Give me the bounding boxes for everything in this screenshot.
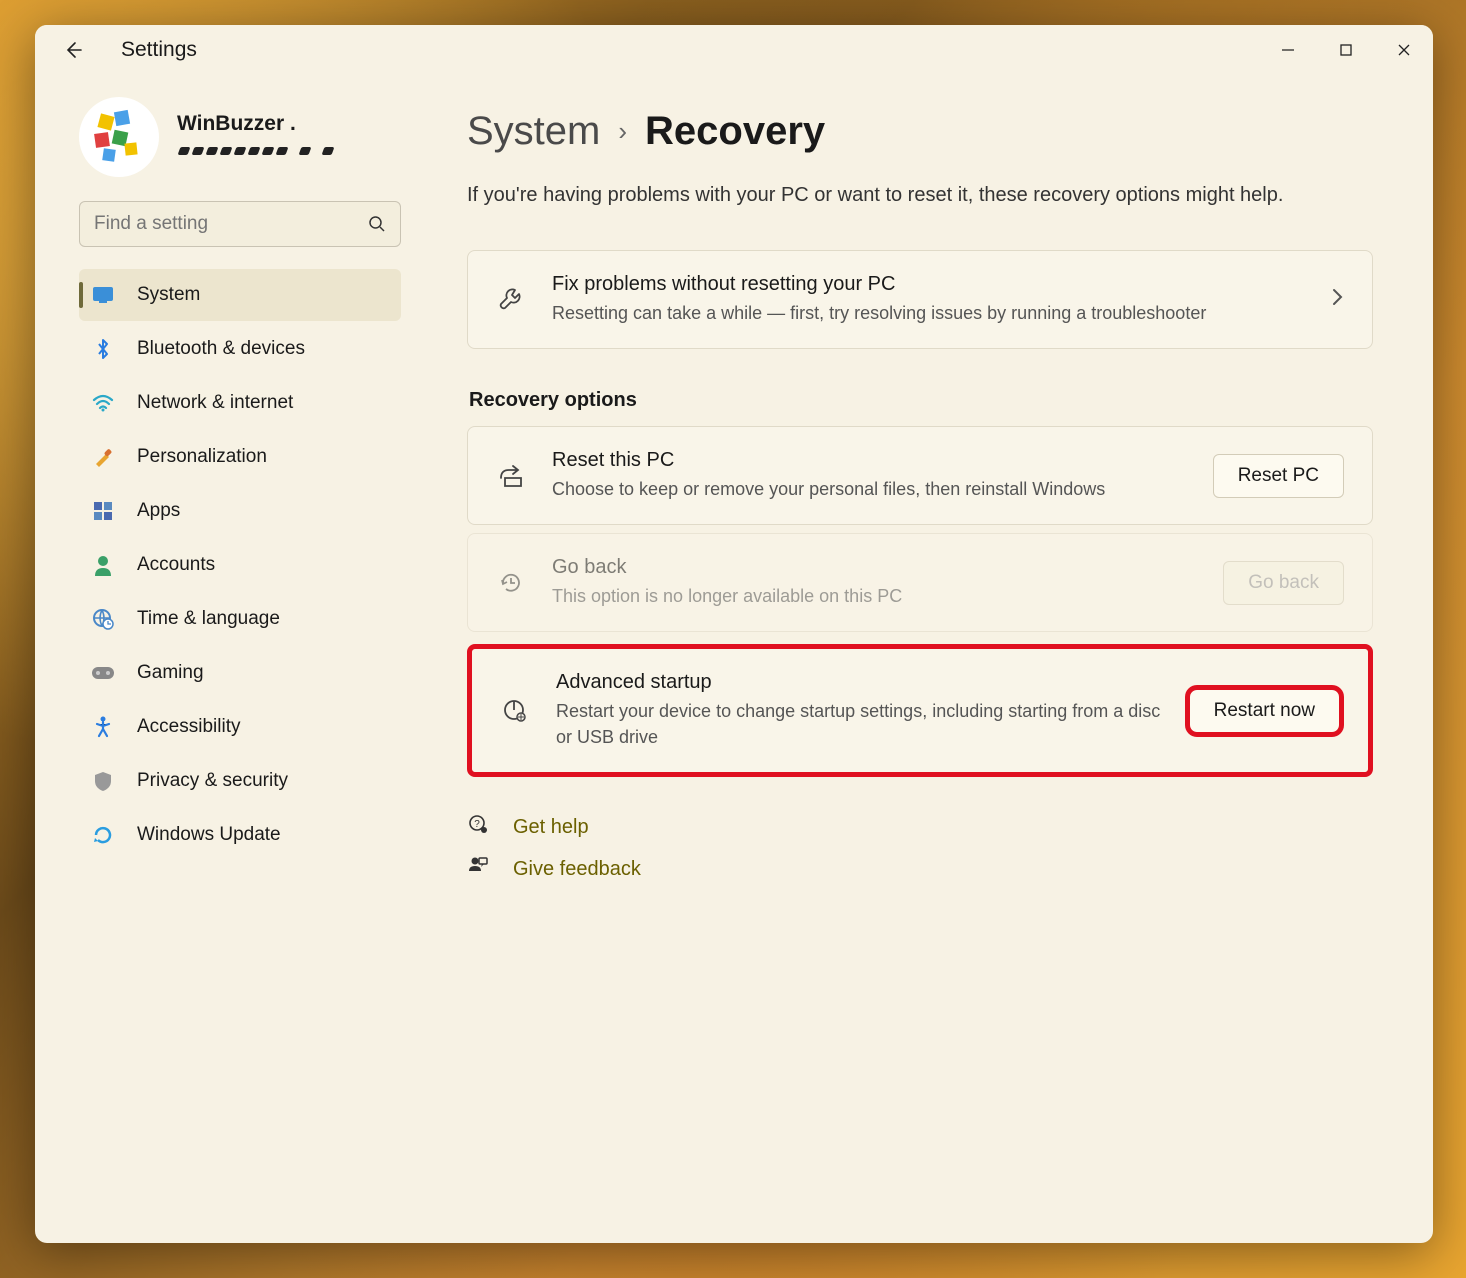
nav-label: Windows Update [137, 824, 281, 846]
nav-label: Privacy & security [137, 770, 288, 792]
reset-icon [496, 464, 526, 488]
sidebar: WinBuzzer . System [35, 75, 445, 1243]
shield-icon [91, 769, 115, 793]
link-label: Give feedback [513, 858, 641, 881]
content-pane: System › Recovery If you're having probl… [445, 75, 1433, 1243]
close-button[interactable] [1375, 25, 1433, 75]
accessibility-icon [91, 715, 115, 739]
chevron-right-icon: › [618, 116, 627, 147]
page-title: Recovery [645, 109, 825, 154]
brush-icon [91, 445, 115, 469]
settings-window: Settings WinB [35, 25, 1433, 1243]
profile-block[interactable]: WinBuzzer . [35, 85, 445, 201]
gamepad-icon [91, 661, 115, 685]
nav-label: Accounts [137, 554, 215, 576]
footer-links: ? Get help Give feedback [467, 813, 1373, 883]
minimize-button[interactable] [1259, 25, 1317, 75]
sidebar-item-gaming[interactable]: Gaming [79, 647, 401, 699]
sidebar-item-privacy[interactable]: Privacy & security [79, 755, 401, 807]
maximize-icon [1339, 43, 1353, 57]
sidebar-item-windows-update[interactable]: Windows Update [79, 809, 401, 861]
card-subtitle: Choose to keep or remove your personal f… [552, 476, 1187, 502]
restart-now-button[interactable]: Restart now [1189, 689, 1340, 733]
sidebar-item-personalization[interactable]: Personalization [79, 431, 401, 483]
window-title: Settings [121, 38, 197, 62]
nav-list: System Bluetooth & devices Network & int… [35, 265, 445, 861]
reset-pc-button[interactable]: Reset PC [1213, 454, 1344, 498]
card-title: Fix problems without resetting your PC [552, 273, 1304, 296]
feedback-icon [467, 855, 491, 883]
search-icon [368, 215, 386, 233]
card-subtitle: Resetting can take a while — first, try … [552, 300, 1304, 326]
bluetooth-icon [91, 337, 115, 361]
avatar [79, 97, 159, 177]
card-subtitle: Restart your device to change startup se… [556, 698, 1163, 750]
nav-label: Gaming [137, 662, 204, 684]
back-button[interactable] [53, 30, 93, 70]
power-settings-icon [500, 697, 530, 725]
breadcrumb-parent[interactable]: System [467, 109, 600, 154]
sidebar-item-accessibility[interactable]: Accessibility [79, 701, 401, 753]
nav-label: Time & language [137, 608, 280, 630]
go-back-button: Go back [1223, 561, 1344, 605]
maximize-button[interactable] [1317, 25, 1375, 75]
nav-label: Accessibility [137, 716, 240, 738]
nav-label: Apps [137, 500, 180, 522]
advanced-startup-card: Advanced startup Restart your device to … [472, 649, 1368, 772]
search-input[interactable] [94, 213, 368, 235]
close-icon [1397, 43, 1411, 57]
reset-pc-card: Reset this PC Choose to keep or remove y… [467, 426, 1373, 525]
profile-email-redacted [177, 140, 335, 162]
go-back-card: Go back This option is no longer availab… [467, 533, 1373, 632]
sidebar-item-time-language[interactable]: Time & language [79, 593, 401, 645]
update-icon [91, 823, 115, 847]
svg-text:?: ? [474, 819, 480, 830]
titlebar: Settings [35, 25, 1433, 75]
card-title: Go back [552, 556, 1197, 579]
apps-icon [91, 499, 115, 523]
card-subtitle: This option is no longer available on th… [552, 583, 1197, 609]
person-icon [91, 553, 115, 577]
section-heading: Recovery options [469, 389, 1373, 412]
search-box[interactable] [79, 201, 401, 247]
nav-label: Network & internet [137, 392, 293, 414]
system-icon [91, 283, 115, 307]
card-title: Reset this PC [552, 449, 1187, 472]
troubleshoot-card[interactable]: Fix problems without resetting your PC R… [467, 250, 1373, 349]
card-title: Advanced startup [556, 671, 1163, 694]
highlight-annotation: Advanced startup Restart your device to … [467, 644, 1373, 777]
give-feedback-link[interactable]: Give feedback [467, 855, 1373, 883]
help-icon: ? [467, 813, 491, 841]
sidebar-item-bluetooth[interactable]: Bluetooth & devices [79, 323, 401, 375]
page-description: If you're having problems with your PC o… [467, 180, 1317, 210]
breadcrumb: System › Recovery [467, 109, 1373, 154]
wifi-icon [91, 391, 115, 415]
history-icon [496, 570, 526, 596]
nav-label: Bluetooth & devices [137, 338, 305, 360]
nav-label: Personalization [137, 446, 267, 468]
sidebar-item-system[interactable]: System [79, 269, 401, 321]
nav-label: System [137, 284, 200, 306]
link-label: Get help [513, 816, 589, 839]
back-arrow-icon [63, 40, 83, 60]
sidebar-item-accounts[interactable]: Accounts [79, 539, 401, 591]
profile-info: WinBuzzer . [177, 112, 335, 162]
sidebar-item-apps[interactable]: Apps [79, 485, 401, 537]
get-help-link[interactable]: ? Get help [467, 813, 1373, 841]
window-controls [1259, 25, 1433, 75]
sidebar-item-network[interactable]: Network & internet [79, 377, 401, 429]
wrench-icon [496, 286, 526, 314]
profile-name: WinBuzzer . [177, 112, 335, 136]
chevron-right-icon [1330, 287, 1344, 312]
minimize-icon [1281, 43, 1295, 57]
avatar-cubes-icon [89, 107, 149, 167]
globe-clock-icon [91, 607, 115, 631]
